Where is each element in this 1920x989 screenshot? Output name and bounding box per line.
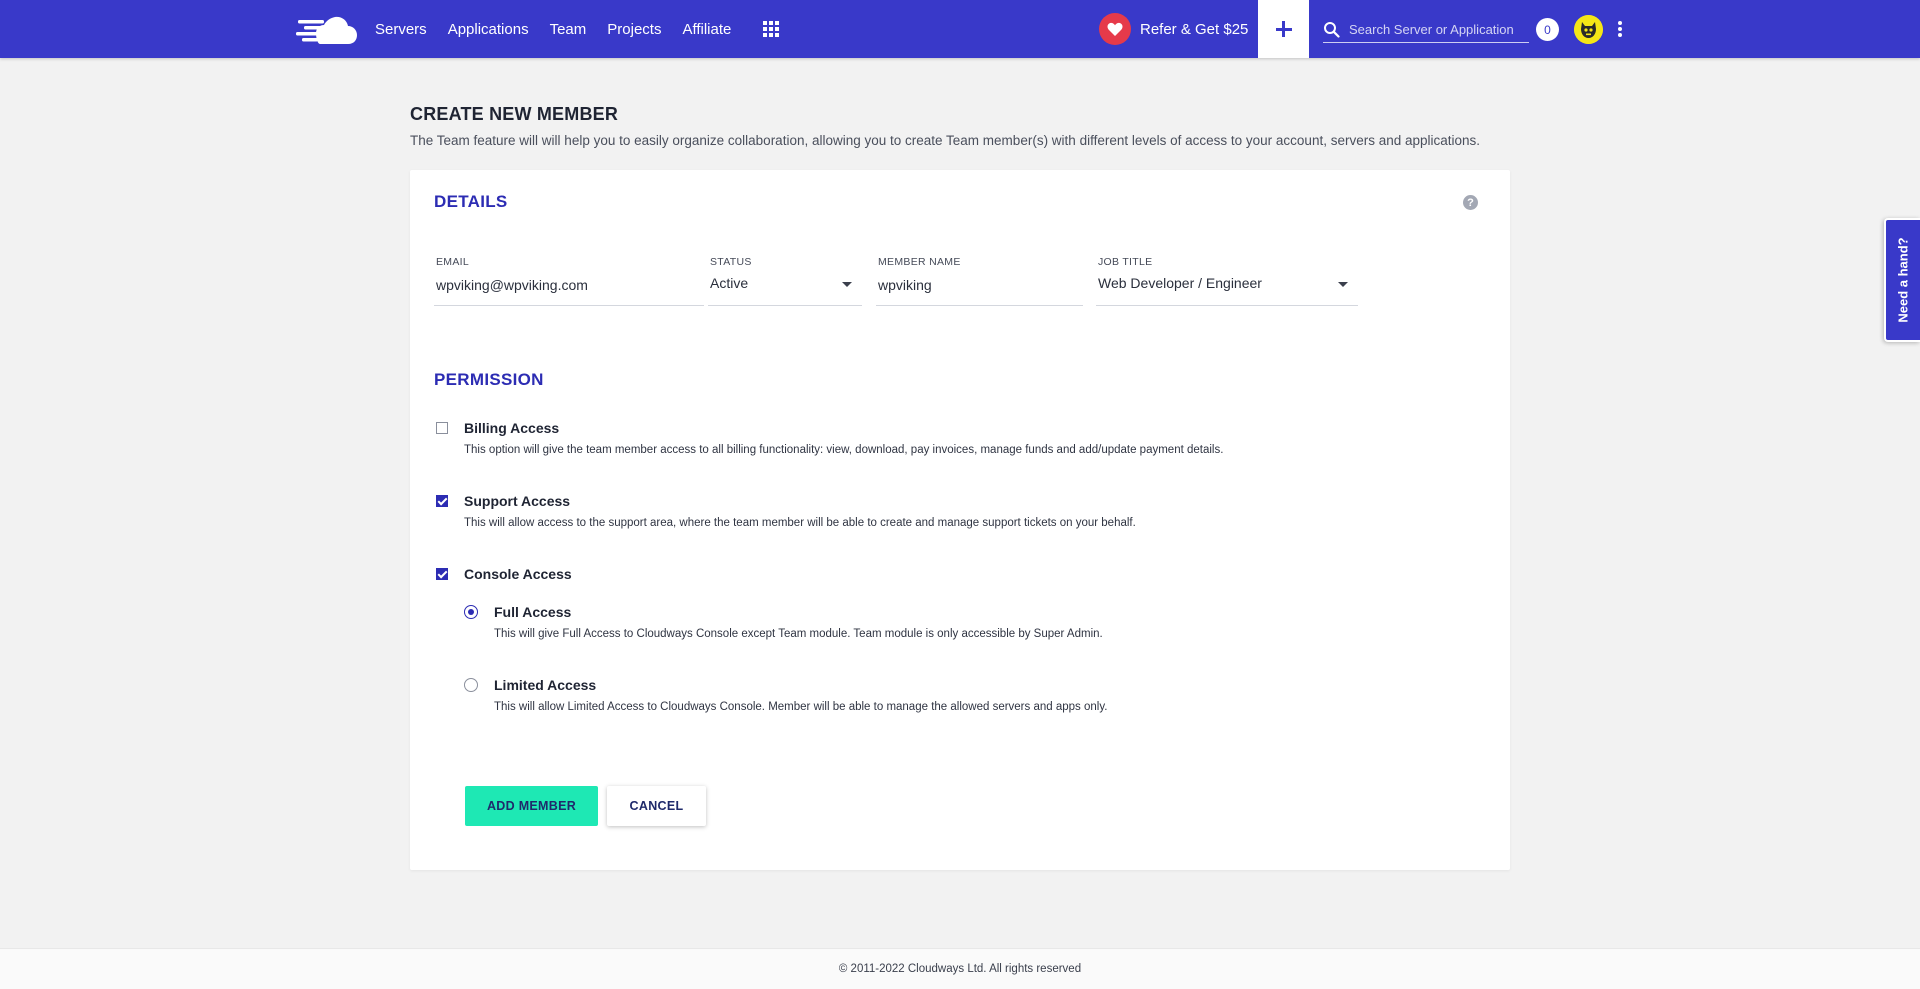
more-menu-icon[interactable] xyxy=(1615,19,1625,39)
need-a-hand-tab[interactable]: Need a hand? xyxy=(1884,218,1920,342)
main-nav: Servers Applications Team Projects Affil… xyxy=(375,0,752,58)
notification-badge[interactable]: 0 xyxy=(1536,18,1559,41)
email-input[interactable] xyxy=(436,274,702,296)
refer-link[interactable]: Refer & Get $25 xyxy=(1099,13,1248,45)
billing-access-title: Billing Access xyxy=(464,420,560,436)
job-title-select-value: Web Developer / Engineer xyxy=(1098,275,1262,291)
avatar[interactable] xyxy=(1574,15,1603,44)
email-field: EMAIL xyxy=(434,256,704,306)
job-title-field[interactable]: JOB TITLE Web Developer / Engineer xyxy=(1096,256,1358,306)
status-field[interactable]: STATUS Active xyxy=(708,256,862,306)
page-description: The Team feature will will help you to e… xyxy=(410,133,1481,148)
full-access-radio[interactable] xyxy=(464,605,478,619)
page-title: CREATE NEW MEMBER xyxy=(410,104,619,124)
full-access-description: This will give Full Access to Cloudways … xyxy=(494,628,1103,640)
billing-access-description: This option will give the team member ac… xyxy=(464,444,1224,456)
billing-access-checkbox[interactable] xyxy=(436,422,448,434)
member-name-field: MEMBER NAME xyxy=(876,256,1083,306)
console-access-checkbox[interactable] xyxy=(436,568,448,580)
heart-icon xyxy=(1099,13,1131,45)
nav-applications[interactable]: Applications xyxy=(448,21,529,38)
add-new-button[interactable] xyxy=(1258,0,1309,58)
chevron-down-icon xyxy=(842,282,852,287)
footer: © 2011-2022 Cloudways Ltd. All rights re… xyxy=(0,948,1920,989)
nav-servers[interactable]: Servers xyxy=(375,21,427,38)
nav-affiliate[interactable]: Affiliate xyxy=(682,21,731,38)
support-access-checkbox[interactable] xyxy=(436,495,448,507)
details-heading: DETAILS xyxy=(434,192,508,211)
need-a-hand-label: Need a hand? xyxy=(1895,237,1911,323)
refer-label: Refer & Get $25 xyxy=(1140,20,1249,38)
job-title-label: JOB TITLE xyxy=(1098,256,1153,268)
create-member-card: DETAILS ? EMAIL STATUS Active MEMBER NAM… xyxy=(410,170,1510,870)
nav-projects[interactable]: Projects xyxy=(607,21,661,38)
help-icon[interactable]: ? xyxy=(1463,195,1478,210)
member-name-label: MEMBER NAME xyxy=(878,256,961,268)
search-input[interactable] xyxy=(1349,18,1527,40)
full-access-title: Full Access xyxy=(494,604,572,620)
chevron-down-icon xyxy=(1338,282,1348,287)
add-member-button[interactable]: ADD MEMBER xyxy=(465,786,598,826)
apps-grid-icon[interactable] xyxy=(763,21,779,37)
limited-access-radio[interactable] xyxy=(464,678,478,692)
status-label: STATUS xyxy=(710,256,752,268)
search-icon xyxy=(1324,22,1340,38)
member-name-input[interactable] xyxy=(878,274,1081,296)
email-label: EMAIL xyxy=(436,256,470,268)
footer-copyright: © 2011-2022 Cloudways Ltd. All rights re… xyxy=(838,963,1082,975)
console-access-title: Console Access xyxy=(464,566,572,582)
cancel-button[interactable]: CANCEL xyxy=(607,786,706,826)
limited-access-description: This will allow Limited Access to Cloudw… xyxy=(494,701,1108,713)
search-box xyxy=(1323,16,1529,43)
limited-access-title: Limited Access xyxy=(494,677,597,693)
cloudways-logo[interactable] xyxy=(296,14,358,46)
nav-team[interactable]: Team xyxy=(550,21,587,38)
status-select-value: Active xyxy=(710,275,749,291)
top-navbar: Servers Applications Team Projects Affil… xyxy=(0,0,1920,58)
support-access-title: Support Access xyxy=(464,493,571,509)
permission-heading: PERMISSION xyxy=(434,370,544,389)
support-access-description: This will allow access to the support ar… xyxy=(464,517,1136,529)
